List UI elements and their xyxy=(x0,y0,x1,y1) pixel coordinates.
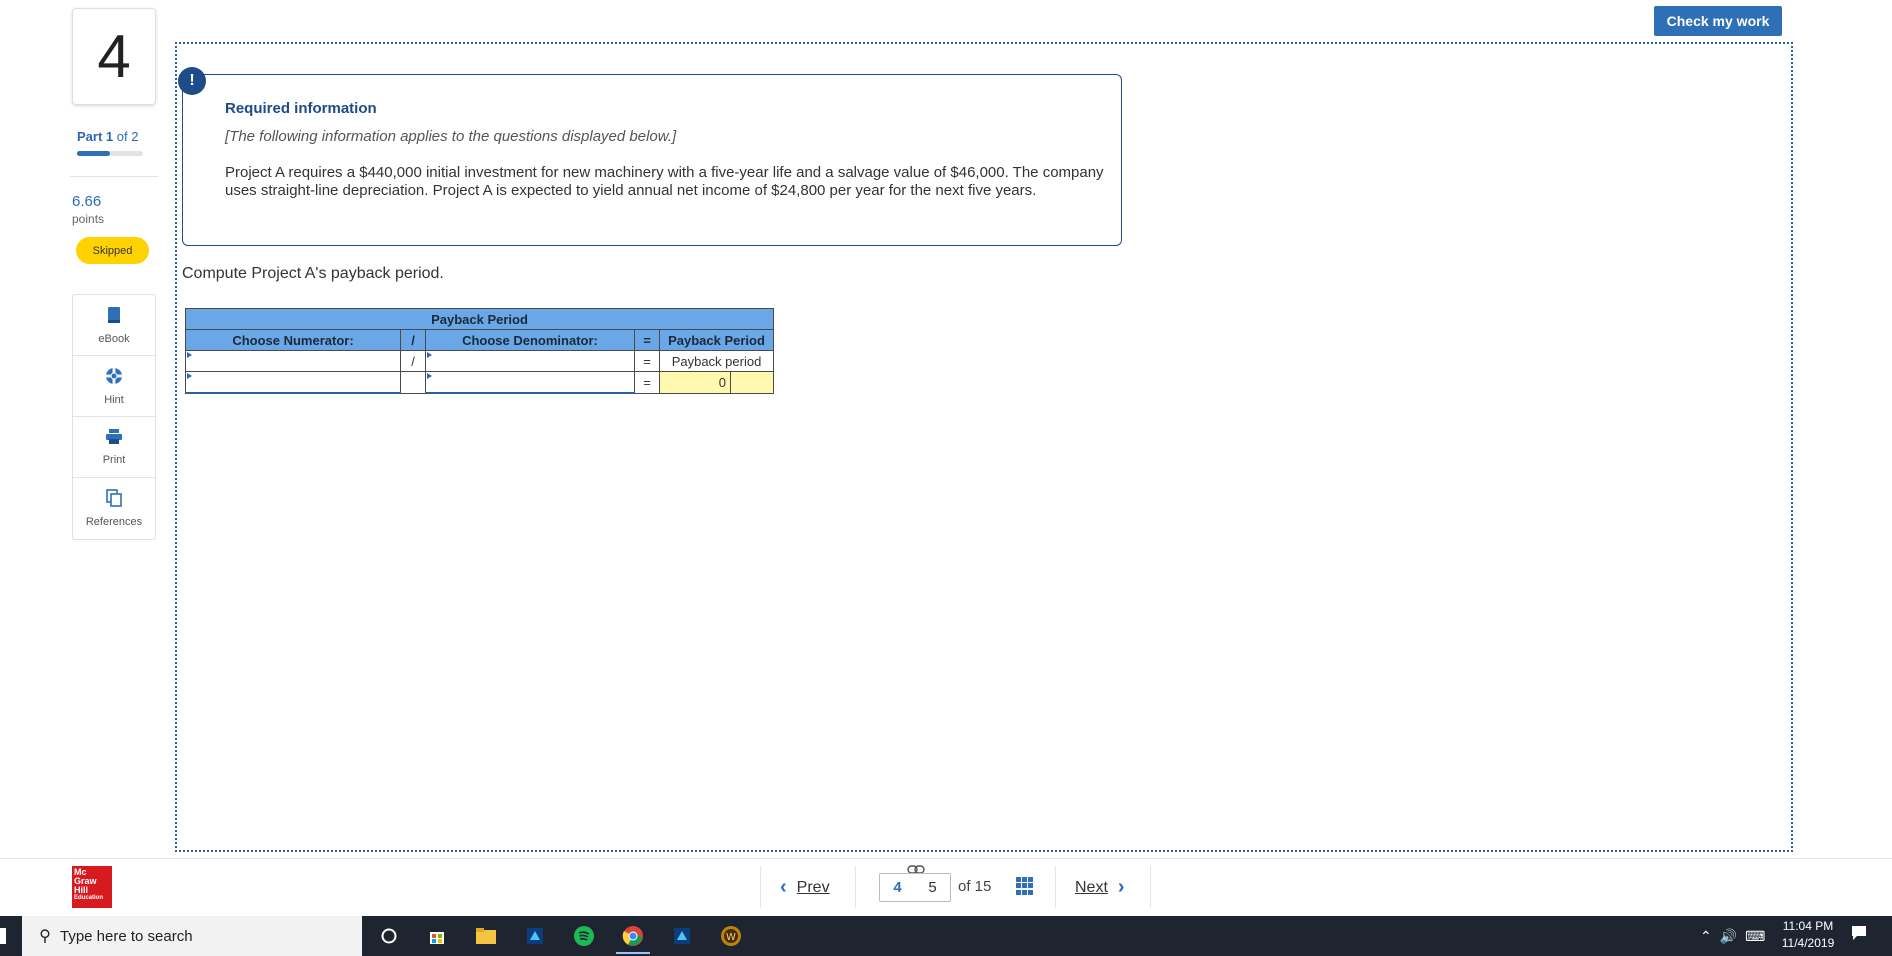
check-my-work-button[interactable]: Check my work xyxy=(1654,6,1782,36)
alert-icon: ! xyxy=(178,67,206,95)
result-value: 0 xyxy=(659,371,731,394)
spotify-icon[interactable] xyxy=(567,920,601,952)
search-icon: ⚲ xyxy=(39,928,51,945)
printer-icon xyxy=(105,428,123,450)
points-value: 6.66 xyxy=(72,193,102,210)
chevron-right-icon: › xyxy=(1117,876,1125,898)
numerator-select-1[interactable] xyxy=(185,350,401,372)
divider xyxy=(70,176,158,177)
part-progress-fill xyxy=(77,151,110,156)
points-label: points xyxy=(72,212,105,226)
numerator-input-2[interactable] xyxy=(185,371,401,394)
footer-divider xyxy=(0,858,1892,859)
info-title: Required information xyxy=(225,100,377,117)
lifebuoy-icon xyxy=(105,367,123,390)
result-unit-cell xyxy=(730,371,774,394)
taskbar-search[interactable]: ⚲ Type here to search xyxy=(22,916,362,956)
chevron-up-icon[interactable]: ⌃ xyxy=(1700,928,1712,945)
part-current: 1 xyxy=(105,129,114,144)
clock-date: 11/4/2019 xyxy=(1781,936,1835,950)
equals-symbol: = xyxy=(634,350,660,372)
equals-symbol: = xyxy=(634,371,660,394)
nav-divider xyxy=(760,866,761,908)
references-label: References xyxy=(85,516,143,528)
print-label: Print xyxy=(102,453,126,466)
result-header: Payback Period xyxy=(659,329,774,351)
dropdown-marker-icon xyxy=(187,352,192,358)
status-badge: Skipped xyxy=(76,237,149,264)
part-label: Part xyxy=(77,129,103,144)
store-icon[interactable] xyxy=(420,920,454,952)
svg-text:W: W xyxy=(726,932,736,943)
info-body: Project A requires a $440,000 initial in… xyxy=(225,164,1104,199)
chrome-icon[interactable] xyxy=(616,920,650,954)
copy-icon xyxy=(106,489,122,512)
mcgraw-hill-logo: Mc Graw Hill Education xyxy=(72,866,112,908)
print-button[interactable]: Print xyxy=(73,417,155,478)
grid-icon[interactable] xyxy=(1016,877,1034,895)
payback-table: Payback Period Choose Numerator: / Choos… xyxy=(185,308,774,394)
denominator-header: Choose Denominator: xyxy=(425,329,635,351)
keyboard-icon[interactable]: ⌨ xyxy=(1745,928,1765,945)
dropdown-marker-icon xyxy=(427,373,432,379)
next-button[interactable]: Next › xyxy=(1075,876,1125,899)
nav-divider xyxy=(1150,866,1151,908)
info-note: [The following information applies to th… xyxy=(225,128,677,145)
dropdown-marker-icon xyxy=(187,373,192,379)
numerator-header: Choose Numerator: xyxy=(185,329,401,351)
chevron-left-icon: ‹ xyxy=(780,876,787,898)
page-total: of 15 xyxy=(958,878,992,895)
tools-panel: eBook Hint Print References xyxy=(72,294,156,540)
nav-divider xyxy=(855,866,856,908)
denominator-input-2[interactable] xyxy=(425,371,635,394)
divide-header: / xyxy=(400,329,426,351)
volume-icon[interactable]: 🔊 xyxy=(1720,928,1737,945)
page-current[interactable]: 4 xyxy=(893,879,901,896)
page-selector[interactable]: 4 5 xyxy=(879,873,951,902)
clock-time: 11:04 PM xyxy=(1782,919,1834,933)
app-icon[interactable] xyxy=(518,920,552,952)
hint-label: Hint xyxy=(104,393,124,406)
dropdown-marker-icon xyxy=(427,352,432,358)
cortana-icon[interactable] xyxy=(372,920,406,952)
part-of: of 2 xyxy=(116,129,139,144)
references-button[interactable]: References xyxy=(73,478,155,539)
next-label: Next xyxy=(1075,878,1108,896)
ebook-button[interactable]: eBook xyxy=(73,295,155,356)
start-button[interactable] xyxy=(0,928,6,944)
app-icon[interactable] xyxy=(665,920,699,952)
equals-header: = xyxy=(634,329,660,351)
divide-symbol xyxy=(400,371,426,394)
notification-icon[interactable] xyxy=(1850,924,1870,946)
prev-button[interactable]: ‹ Prev xyxy=(780,876,830,899)
search-placeholder: Type here to search xyxy=(60,927,193,945)
page-next[interactable]: 5 xyxy=(928,879,936,896)
question-prompt: Compute Project A's payback period. xyxy=(182,265,444,282)
table-title: Payback Period xyxy=(185,308,774,330)
book-icon xyxy=(106,306,122,329)
ebook-label: eBook xyxy=(98,332,130,345)
question-number: 4 xyxy=(72,8,156,105)
denominator-select-1[interactable] xyxy=(425,350,635,372)
part-indicator: Part 1 of 2 xyxy=(77,129,138,144)
hint-button[interactable]: Hint xyxy=(73,356,155,417)
prev-label: Prev xyxy=(796,878,830,896)
system-tray: ⌃ 🔊 ⌨ xyxy=(1700,920,1765,952)
nav-divider xyxy=(1055,866,1056,908)
result-label: Payback period xyxy=(659,350,774,372)
part-progress-bar xyxy=(77,151,143,156)
taskbar-clock[interactable]: 11:04 PM 11/4/2019 xyxy=(1773,918,1843,952)
divide-symbol: / xyxy=(400,350,426,372)
file-explorer-icon[interactable] xyxy=(469,920,503,952)
game-launcher-icon[interactable]: W xyxy=(714,920,748,952)
